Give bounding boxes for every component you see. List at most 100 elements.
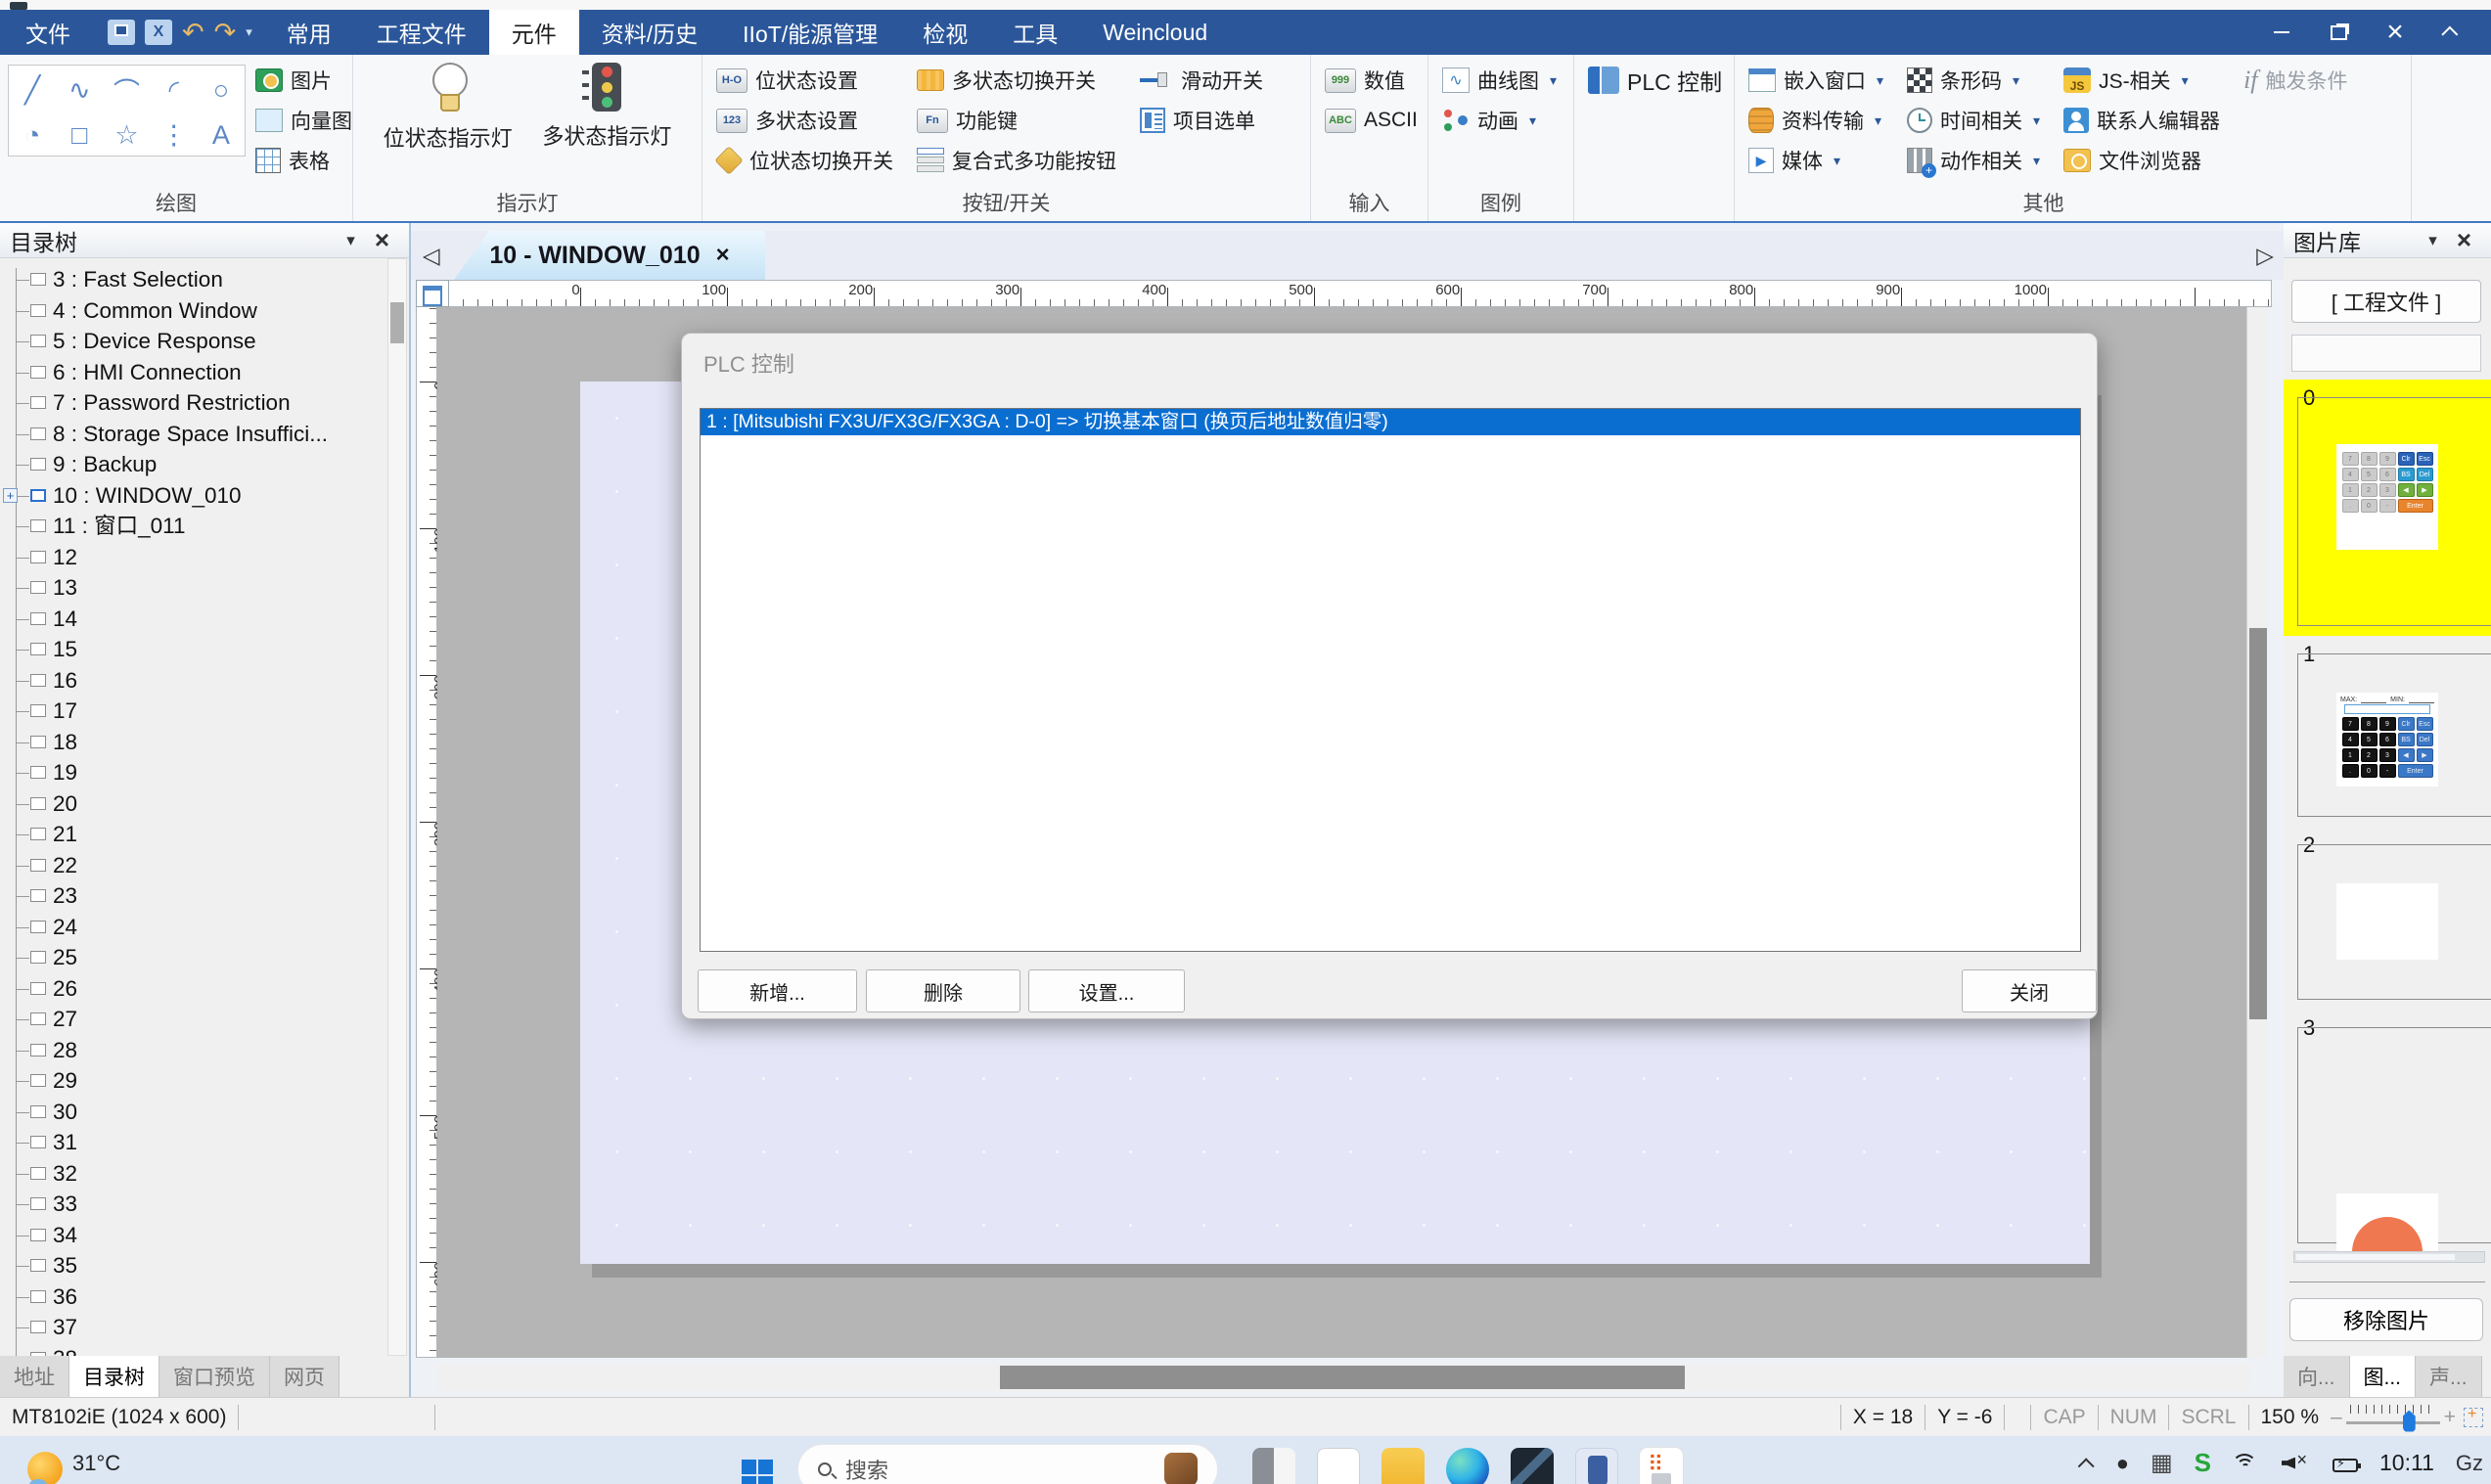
multi-state-switch-button[interactable]: 多状态切换开关: [917, 65, 1116, 96]
tree-item[interactable]: 24: [0, 912, 385, 943]
set-bit-button[interactable]: H-O位状态设置: [716, 65, 893, 96]
library-bottom-tab-1[interactable]: 图...: [2350, 1356, 2417, 1397]
option-list-button[interactable]: 项目选单: [1140, 105, 1263, 136]
thumbnail-0[interactable]: 0 789ClrEsc456BSDel123◀▶.0-Enter: [2284, 380, 2491, 636]
drawing-tool-icon-9[interactable]: A: [212, 120, 230, 151]
menu-item-5[interactable]: 检视: [900, 10, 990, 55]
library-bottom-tab-0[interactable]: 向...: [2284, 1356, 2350, 1397]
drawing-tool-icon-7[interactable]: ☆: [114, 120, 138, 151]
library-hscroll-thumb[interactable]: [2296, 1254, 2455, 1260]
taskbar-search[interactable]: 搜索: [797, 1444, 1218, 1484]
bottom-tab-0[interactable]: 地址: [0, 1356, 69, 1397]
undo-icon[interactable]: ↶: [182, 20, 204, 46]
plc-control-button[interactable]: PLC 控制: [1588, 65, 1722, 96]
zoom-in-icon[interactable]: +: [2444, 1406, 2456, 1429]
drawing-tool-icon-8[interactable]: ⋮: [160, 120, 187, 151]
save-icon[interactable]: [108, 20, 135, 45]
chevron-down-icon[interactable]: ▾: [2419, 231, 2447, 250]
chevron-down-icon[interactable]: ▾: [2013, 72, 2019, 89]
fit-to-window-icon[interactable]: [2464, 1408, 2483, 1427]
table-button[interactable]: 表格: [255, 145, 352, 176]
remove-picture-button[interactable]: 移除图片: [2289, 1298, 2483, 1341]
tree-item[interactable]: 8 : Storage Space Insuffici...: [0, 419, 385, 450]
file-browser-button[interactable]: 文件浏览器: [2063, 145, 2220, 176]
menu-item-3[interactable]: 资料/历史: [579, 10, 720, 55]
time-related-button[interactable]: 时间相关▾: [1907, 105, 2040, 136]
drawing-tools-grid[interactable]: ╱∿⌒◜○◔□☆⋮A: [8, 65, 246, 157]
tray-green-icon[interactable]: S: [2195, 1448, 2211, 1478]
bottom-tab-2[interactable]: 窗口预览: [159, 1356, 270, 1397]
settings-button[interactable]: 设置...: [1028, 969, 1185, 1012]
animation-button[interactable]: 动画▾: [1442, 105, 1557, 136]
picture-button[interactable]: 图片: [255, 65, 352, 96]
drawing-tool-icon-5[interactable]: ◔: [24, 120, 40, 151]
canvas-vertical-scrollbar[interactable]: [2246, 307, 2268, 1358]
volume-muted-icon[interactable]: [2282, 1454, 2311, 1473]
start-button[interactable]: [742, 1446, 773, 1477]
quick-access-caret-icon[interactable]: ▾: [246, 24, 252, 40]
delete-button[interactable]: 删除: [866, 969, 1020, 1012]
tree-item[interactable]: 30: [0, 1097, 385, 1128]
tree-item[interactable]: 21: [0, 819, 385, 850]
export-icon[interactable]: X: [145, 20, 172, 45]
tree-item[interactable]: 27: [0, 1004, 385, 1035]
barcode-button[interactable]: 条形码▾: [1907, 65, 2040, 96]
tree-item[interactable]: 32: [0, 1158, 385, 1190]
document-tab[interactable]: 10 - WINDOW_010 ×: [454, 231, 765, 280]
chevron-down-icon[interactable]: ▾: [2182, 72, 2189, 89]
drawing-tool-icon-6[interactable]: □: [71, 120, 87, 151]
menu-item-7[interactable]: Weincloud: [1080, 10, 1230, 55]
wifi-icon[interactable]: [2233, 1454, 2260, 1473]
chevron-down-icon[interactable]: ▾: [2033, 153, 2040, 169]
chevron-down-icon[interactable]: ▾: [2033, 112, 2040, 129]
tree-item[interactable]: 37: [0, 1312, 385, 1343]
chevron-down-icon[interactable]: ▾: [1529, 112, 1536, 129]
tree-scrollbar-thumb[interactable]: [390, 302, 404, 343]
drawing-tool-icon-4[interactable]: ○: [213, 75, 229, 106]
weather-widget[interactable]: 31°C: [27, 1446, 120, 1481]
tree-item[interactable]: 7 : Password Restriction: [0, 387, 385, 419]
combo-button[interactable]: 复合式多功能按钮: [917, 145, 1116, 176]
library-source-button[interactable]: [ 工程文件 ]: [2291, 280, 2481, 323]
tab-scroll-right-icon[interactable]: ▷: [2256, 243, 2274, 269]
redo-icon[interactable]: ↷: [214, 20, 237, 46]
tree-item[interactable]: 19: [0, 757, 385, 788]
tree-item[interactable]: 25: [0, 942, 385, 973]
bottom-tab-1[interactable]: 目录树: [69, 1356, 159, 1397]
expand-icon[interactable]: +: [3, 488, 18, 503]
vscroll-thumb[interactable]: [2249, 628, 2267, 1019]
menu-item-6[interactable]: 工具: [990, 10, 1080, 55]
battery-icon[interactable]: [2332, 1459, 2358, 1472]
bottom-tab-3[interactable]: 网页: [270, 1356, 340, 1397]
plc-control-list-item[interactable]: 1 : [Mitsubishi FX3U/FX3G/FX3GA : D-0] =…: [701, 409, 2080, 435]
tree-item[interactable]: 31: [0, 1127, 385, 1158]
tab-close-icon[interactable]: ×: [716, 242, 730, 269]
collapse-ribbon-button[interactable]: [2430, 16, 2473, 49]
media-button[interactable]: ▶媒体▾: [1748, 145, 1883, 176]
easybuilder-app-icon[interactable]: [1640, 1448, 1683, 1484]
tree-item[interactable]: 4 : Common Window: [0, 295, 385, 327]
slide-switch-button[interactable]: 滑动开关: [1140, 65, 1263, 96]
chevron-down-icon[interactable]: ▾: [1877, 72, 1883, 89]
thumbnail-2[interactable]: 2: [2284, 827, 2491, 1010]
menu-item-4[interactable]: IIoT/能源管理: [720, 10, 900, 55]
tray-blob-icon[interactable]: ●: [2116, 1451, 2129, 1476]
tree-item[interactable]: 6 : HMI Connection: [0, 357, 385, 388]
tree-item[interactable]: 20: [0, 788, 385, 820]
ascii-button[interactable]: ABCASCII: [1325, 105, 1418, 136]
tree-item[interactable]: 13: [0, 572, 385, 604]
tree-item[interactable]: 29: [0, 1065, 385, 1097]
close-dialog-button[interactable]: 关闭: [1962, 969, 2097, 1012]
tree-item[interactable]: 36: [0, 1282, 385, 1313]
tab-scroll-left-icon[interactable]: ◁: [423, 243, 440, 269]
set-word-button[interactable]: 123多状态设置: [716, 105, 893, 136]
tree-item[interactable]: 35: [0, 1250, 385, 1282]
trend-chart-button[interactable]: ∿曲线图▾: [1442, 65, 1557, 96]
tree-item[interactable]: 5 : Device Response: [0, 326, 385, 357]
new-button[interactable]: 新增...: [698, 969, 857, 1012]
tree-item[interactable]: 34: [0, 1220, 385, 1251]
tree-scrollbar[interactable]: [387, 258, 407, 1356]
hscroll-thumb[interactable]: [1000, 1366, 1685, 1389]
contact-editor-button[interactable]: 联系人编辑器: [2063, 105, 2220, 136]
tree-item[interactable]: 16: [0, 665, 385, 697]
